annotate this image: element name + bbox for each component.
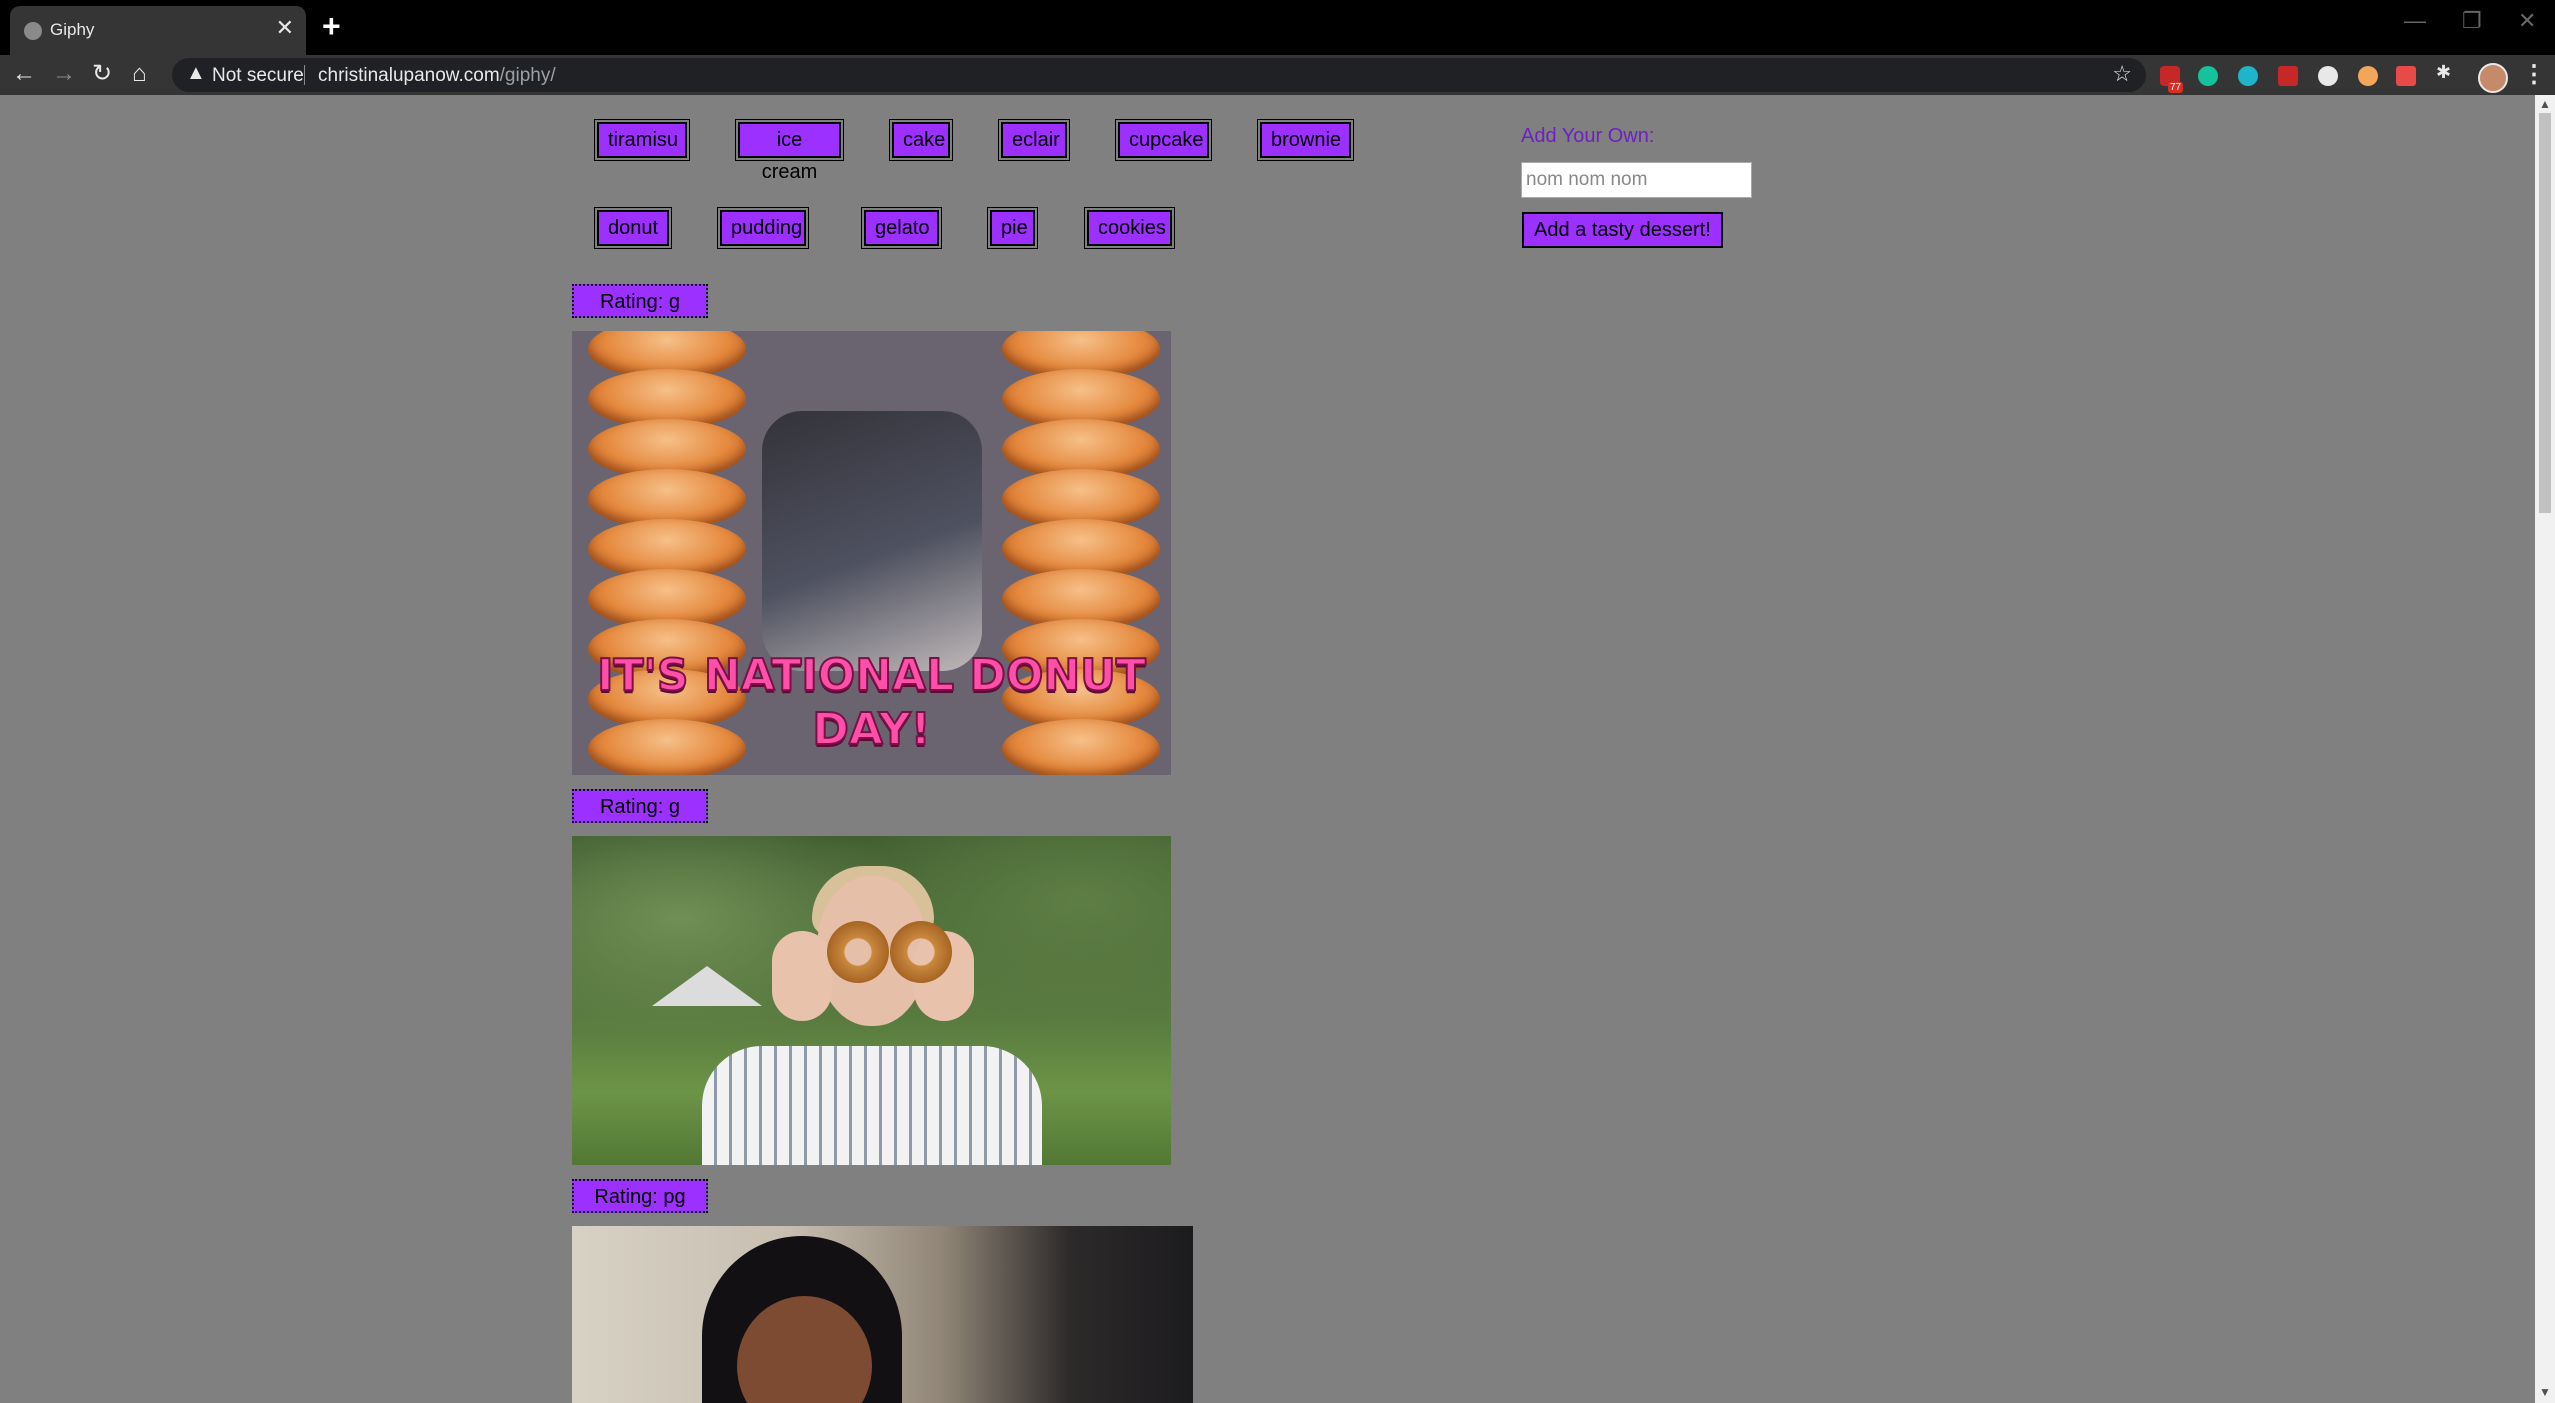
topic-button-donut[interactable]: donut — [594, 207, 672, 249]
forward-icon[interactable]: → — [52, 58, 76, 90]
page-scrollbar[interactable]: ▲ ▼ — [2535, 95, 2555, 1403]
topic-button-pudding[interactable]: pudding — [717, 207, 809, 249]
gif-person-body — [702, 1046, 1042, 1165]
grammarly-icon[interactable] — [2198, 66, 2218, 86]
bookmark-star-icon[interactable]: ☆ — [2112, 61, 2132, 87]
gif-result-3[interactable] — [572, 1226, 1193, 1403]
reload-icon[interactable]: ↻ — [92, 58, 112, 90]
gif-caption: IT'S NATIONAL DONUT DAY! — [596, 649, 1147, 756]
donut-left — [827, 921, 889, 983]
menu-icon[interactable]: ⋮ — [2522, 60, 2546, 89]
scroll-down-icon[interactable]: ▼ — [2539, 1385, 2551, 1399]
extension-circle-icon[interactable] — [2318, 66, 2338, 86]
extension-badge: 77 — [2168, 82, 2184, 93]
window-close-icon[interactable]: ✕ — [2518, 8, 2536, 34]
topic-button-ice-cream[interactable]: ice cream — [735, 119, 844, 183]
tab-title: Giphy — [50, 20, 95, 39]
security-label[interactable]: Not secure — [212, 65, 304, 87]
donut-right — [890, 921, 952, 983]
minimize-icon[interactable]: — — [2404, 8, 2426, 34]
rating-label: Rating: pg — [572, 1179, 708, 1213]
lastpass-icon[interactable] — [2278, 66, 2298, 86]
honey-icon[interactable] — [2358, 66, 2378, 86]
rating-label: Rating: g — [572, 789, 708, 823]
back-icon[interactable]: ← — [12, 58, 36, 90]
add-your-own-label: Add Your Own: — [1521, 125, 1655, 147]
topic-button-cake[interactable]: cake — [889, 119, 953, 161]
globe-icon — [24, 22, 42, 40]
dessert-input[interactable] — [1521, 162, 1752, 198]
topic-button-cupcake[interactable]: cupcake — [1115, 119, 1212, 161]
add-dessert-button[interactable]: Add a tasty dessert! — [1522, 212, 1723, 248]
scroll-thumb[interactable] — [2539, 113, 2551, 513]
divider — [304, 65, 305, 85]
address-bar[interactable]: ▲ Not secure christinalupanow.com/giphy/… — [172, 58, 2146, 92]
url-text[interactable]: christinalupanow.com/giphy/ — [318, 65, 556, 87]
puzzle-icon[interactable]: ✱ — [2436, 62, 2456, 82]
gif-national-donut-day[interactable]: IT'S NATIONAL DONUT DAY! — [572, 331, 1171, 775]
topic-button-eclair[interactable]: eclair — [998, 119, 1070, 161]
gif-donut-eyes[interactable] — [572, 836, 1171, 1165]
video-extension-icon[interactable] — [2396, 66, 2416, 86]
scroll-up-icon[interactable]: ▲ — [2539, 97, 2551, 111]
tab-giphy[interactable]: Giphy ✕ — [10, 6, 306, 55]
gif-person — [762, 411, 982, 671]
topic-button-pie[interactable]: pie — [987, 207, 1038, 249]
url-path: /giphy/ — [499, 65, 556, 86]
restore-icon[interactable]: ❐ — [2462, 8, 2482, 34]
topic-button-gelato[interactable]: gelato — [861, 207, 942, 249]
warning-icon[interactable]: ▲ — [186, 62, 206, 85]
rating-label: Rating: g — [572, 284, 708, 318]
topic-button-brownie[interactable]: brownie — [1257, 119, 1354, 161]
extension-m-icon[interactable] — [2238, 66, 2258, 86]
close-tab-icon[interactable]: ✕ — [276, 17, 294, 39]
home-icon[interactable]: ⌂ — [132, 58, 147, 90]
new-tab-button[interactable]: + — [322, 10, 341, 42]
url-host: christinalupanow.com — [318, 65, 500, 86]
browser-toolbar: ← → ↻ ⌂ ▲ Not secure christinalupanow.co… — [0, 55, 2555, 95]
topic-button-cookies[interactable]: cookies — [1084, 207, 1175, 249]
profile-avatar[interactable] — [2478, 63, 2508, 93]
topic-button-tiramisu[interactable]: tiramisu — [594, 119, 690, 161]
tab-strip: Giphy ✕ + — ❐ ✕ — [0, 0, 2555, 55]
